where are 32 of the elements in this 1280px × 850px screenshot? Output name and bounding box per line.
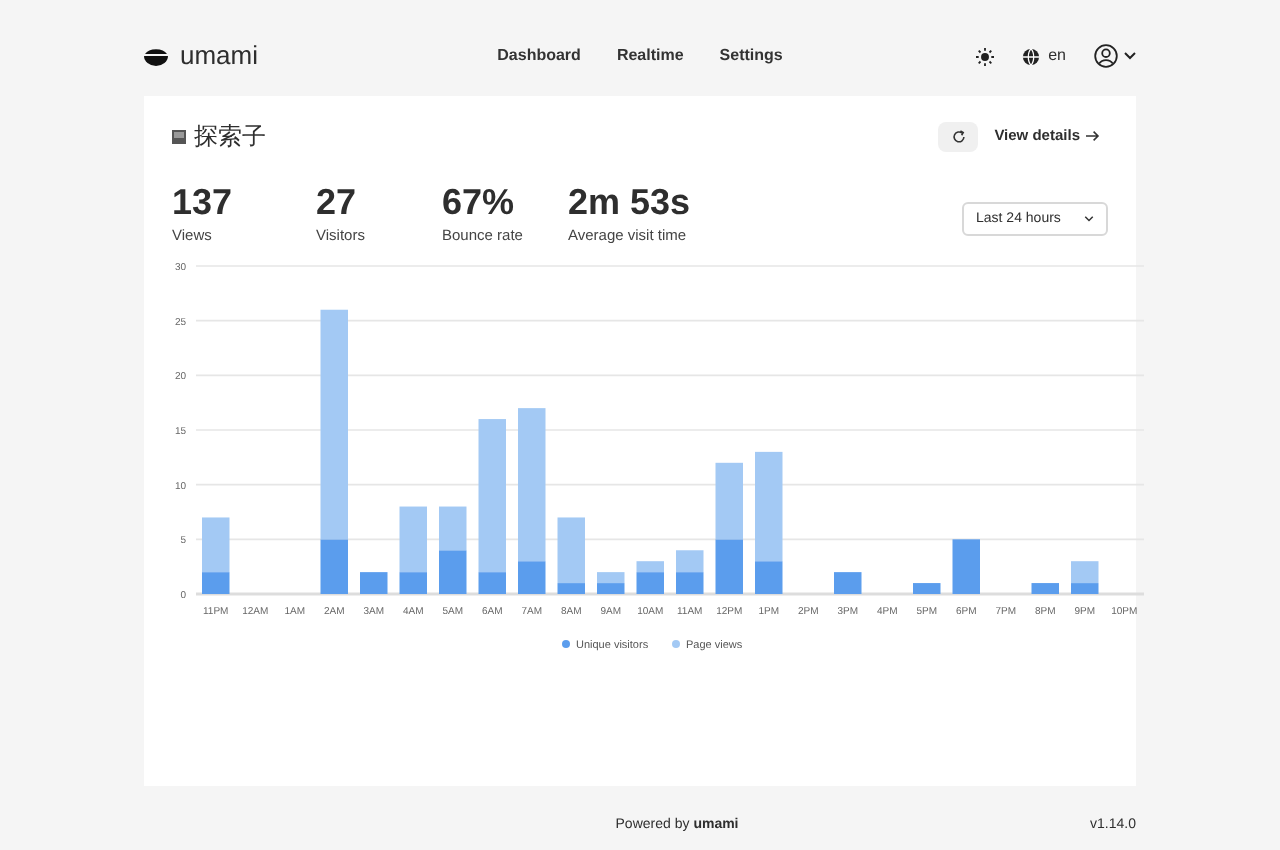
favicon-icon xyxy=(172,129,186,143)
website-name: 探索子 xyxy=(194,120,266,154)
bar xyxy=(913,583,941,595)
bar xyxy=(439,550,467,595)
chevron-down-icon xyxy=(1084,216,1094,223)
user-menu-button[interactable] xyxy=(1094,44,1136,68)
sun-icon[interactable] xyxy=(976,47,995,65)
bar xyxy=(676,572,704,595)
logo-icon xyxy=(144,46,168,66)
bar xyxy=(676,550,704,573)
metric-value: 2m 53s xyxy=(568,180,693,224)
bar xyxy=(715,463,743,540)
chevron-down-icon xyxy=(1124,52,1136,60)
user-icon xyxy=(1094,44,1118,68)
metric-value: 27 xyxy=(316,180,359,224)
refresh-icon xyxy=(951,129,966,143)
refresh-button[interactable] xyxy=(938,121,979,151)
logo-text[interactable]: umami xyxy=(180,36,259,76)
bar xyxy=(360,572,388,595)
bar xyxy=(952,539,980,595)
bar xyxy=(1031,583,1059,595)
bar xyxy=(834,572,862,595)
bar xyxy=(715,539,743,595)
metric-value: 137 xyxy=(172,180,235,224)
nav-link[interactable]: Settings xyxy=(719,44,783,68)
globe-icon xyxy=(1022,47,1041,65)
bar xyxy=(439,507,467,551)
metric-value: 67% xyxy=(442,180,517,224)
nav-link[interactable]: Realtime xyxy=(616,44,684,68)
arrow-right-icon xyxy=(1086,130,1100,142)
language-button[interactable]: en xyxy=(1022,44,1066,68)
nav-link[interactable]: Dashboard xyxy=(497,44,581,68)
